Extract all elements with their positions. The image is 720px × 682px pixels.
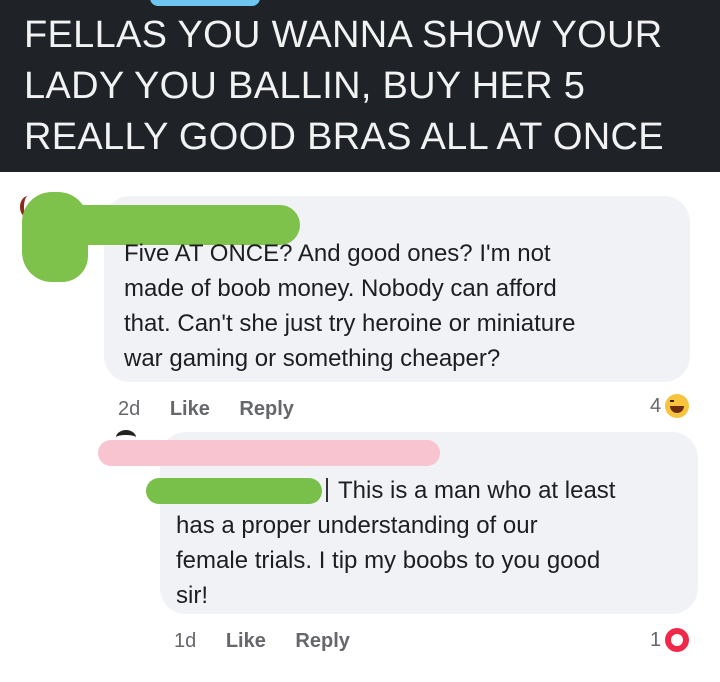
reply-line: sir! xyxy=(176,582,208,609)
haha-emoji-icon xyxy=(665,394,690,418)
comment-line: that. Can't she just try heroine or mini… xyxy=(124,310,576,337)
headline-line: FELLAS YOU WANNA SHOW YOUR xyxy=(24,14,663,56)
reply-button[interactable]: Reply xyxy=(239,398,293,420)
reply-line: has a proper understanding of our xyxy=(176,512,538,539)
comment-timestamp[interactable]: 2d xyxy=(118,398,140,420)
like-button[interactable]: Like xyxy=(170,398,210,420)
reply-actions: 1d Like Reply xyxy=(174,630,374,653)
comment-line: war gaming or something cheaper? xyxy=(124,345,501,372)
headline-line: LADY YOU BALLIN, BUY HER 5 xyxy=(24,65,586,107)
comment-actions: 2d Like Reply xyxy=(118,398,318,421)
post-headline: FELLAS YOU WANNA SHOW YOUR LADY YOU BALL… xyxy=(24,10,704,163)
reply-line: This is a man who at least xyxy=(338,477,616,504)
comment-line: Five AT ONCE? And good ones? I'm not xyxy=(124,240,551,267)
reply-button[interactable]: Reply xyxy=(295,630,349,652)
reaction-summary[interactable]: 1 xyxy=(650,628,690,652)
redacted-reply-name xyxy=(98,440,440,466)
reaction-count: 4 xyxy=(650,394,662,417)
love-reaction-icon xyxy=(665,628,690,652)
accent-strip xyxy=(150,0,260,6)
headline-line: REALLY GOOD BRAS ALL AT ONCE xyxy=(24,116,664,158)
reaction-count: 1 xyxy=(650,628,662,651)
comment-line: made of boob money. Nobody can afford xyxy=(124,275,557,302)
reply-timestamp[interactable]: 1d xyxy=(174,630,196,652)
comment-text: Five AT ONCE? And good ones? I'm not mad… xyxy=(124,236,575,376)
reply-line: female trials. I tip my boobs to you goo… xyxy=(176,547,601,574)
post-text-banner: FELLAS YOU WANNA SHOW YOUR LADY YOU BALL… xyxy=(0,0,720,172)
reaction-summary[interactable]: 4 xyxy=(650,394,690,418)
reply-text: This is a man who at least has a proper … xyxy=(176,473,615,613)
like-button[interactable]: Like xyxy=(226,630,266,652)
